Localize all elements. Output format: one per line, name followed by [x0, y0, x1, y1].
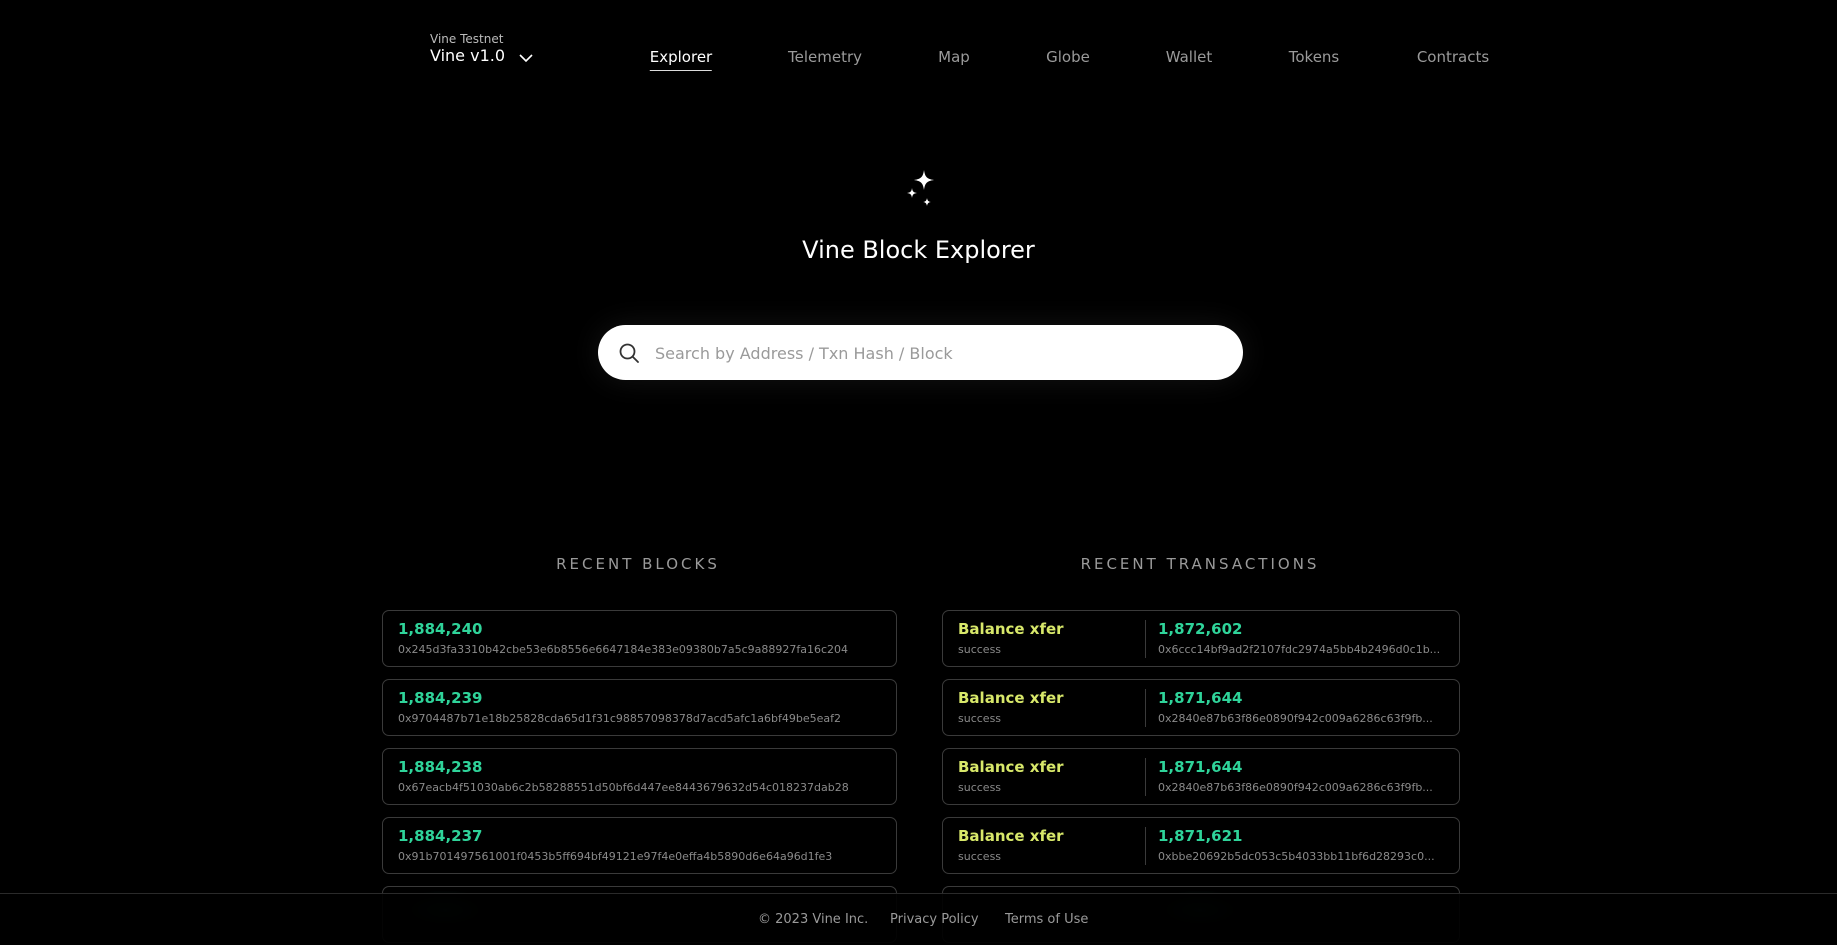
- nav-telemetry[interactable]: Telemetry: [788, 48, 862, 66]
- search-bar[interactable]: [598, 325, 1243, 380]
- footer-copyright: © 2023 Vine Inc.: [758, 912, 869, 927]
- network-label: Vine Testnet: [430, 32, 504, 46]
- transaction-type: Balance xfer: [958, 620, 1064, 638]
- block-number[interactable]: 1,884,238: [398, 758, 482, 776]
- transaction-type: Balance xfer: [958, 827, 1064, 845]
- sparkles-icon: [907, 170, 934, 206]
- divider: [1145, 620, 1146, 658]
- transaction-row[interactable]: Balance xfer success 1,872,602 0x6ccc14b…: [942, 610, 1460, 667]
- transaction-status: success: [958, 781, 1002, 794]
- transaction-row[interactable]: Balance xfer success 1,871,644 0x2840e87…: [942, 679, 1460, 736]
- nav-explorer[interactable]: Explorer: [649, 48, 713, 71]
- privacy-policy-link[interactable]: Privacy Policy: [890, 912, 979, 927]
- nav-tokens[interactable]: Tokens: [1289, 48, 1340, 66]
- recent-transactions-title: RECENT TRANSACTIONS: [1080, 555, 1320, 573]
- block-number[interactable]: 1,884,237: [398, 827, 482, 845]
- block-row[interactable]: 1,884,238 0x67eacb4f51030ab6c2b58288551d…: [382, 748, 897, 805]
- transaction-status: success: [958, 850, 1002, 863]
- transaction-hash[interactable]: 0xbbe20692b5dc053c5b4033bb11bf6d28293c0.…: [1158, 850, 1443, 863]
- nav-globe[interactable]: Globe: [1046, 48, 1090, 66]
- transaction-hash[interactable]: 0x2840e87b63f86e0890f942c009a6286c63f9fb…: [1158, 712, 1443, 725]
- transaction-block[interactable]: 1,872,602: [1158, 620, 1242, 638]
- search-icon: [619, 343, 639, 363]
- nav-wallet[interactable]: Wallet: [1166, 48, 1213, 66]
- block-number[interactable]: 1,884,239: [398, 689, 482, 707]
- transaction-block[interactable]: 1,871,644: [1158, 689, 1242, 707]
- block-hash[interactable]: 0x245d3fa3310b42cbe53e6b8556e6647184e383…: [398, 643, 848, 656]
- transaction-hash[interactable]: 0x6ccc14bf9ad2f2107fdc2974a5bb4b2496d0c1…: [1158, 643, 1443, 656]
- transaction-status: success: [958, 712, 1002, 725]
- block-row[interactable]: 1,884,239 0x9704487b71e18b25828cda65d1f3…: [382, 679, 897, 736]
- main-nav: Explorer Telemetry Map Globe Wallet Toke…: [0, 48, 1837, 72]
- block-row[interactable]: 1,884,237 0x91b701497561001f0453b5ff694b…: [382, 817, 897, 874]
- transaction-status: success: [958, 643, 1002, 656]
- block-number[interactable]: 1,884,240: [398, 620, 482, 638]
- transaction-type: Balance xfer: [958, 758, 1064, 776]
- nav-contracts[interactable]: Contracts: [1417, 48, 1489, 66]
- recent-blocks-title: RECENT BLOCKS: [556, 555, 720, 573]
- search-input[interactable]: [653, 337, 1217, 369]
- block-hash[interactable]: 0x91b701497561001f0453b5ff694bf49121e97f…: [398, 850, 832, 863]
- terms-of-use-link[interactable]: Terms of Use: [1005, 912, 1088, 927]
- transaction-hash[interactable]: 0x2840e87b63f86e0890f942c009a6286c63f9fb…: [1158, 781, 1443, 794]
- nav-map[interactable]: Map: [938, 48, 970, 66]
- divider: [1145, 689, 1146, 727]
- divider: [1145, 758, 1146, 796]
- transaction-block[interactable]: 1,871,644: [1158, 758, 1242, 776]
- block-hash[interactable]: 0x9704487b71e18b25828cda65d1f31c98857098…: [398, 712, 841, 725]
- page-title: Vine Block Explorer: [802, 236, 1035, 264]
- block-row[interactable]: 1,884,240 0x245d3fa3310b42cbe53e6b8556e6…: [382, 610, 897, 667]
- transaction-type: Balance xfer: [958, 689, 1064, 707]
- transaction-row[interactable]: Balance xfer success 1,871,644 0x2840e87…: [942, 748, 1460, 805]
- footer: © 2023 Vine Inc. Privacy Policy Terms of…: [0, 893, 1837, 945]
- block-hash[interactable]: 0x67eacb4f51030ab6c2b58288551d50bf6d447e…: [398, 781, 849, 794]
- transaction-row[interactable]: Balance xfer success 1,871,621 0xbbe2069…: [942, 817, 1460, 874]
- divider: [1145, 827, 1146, 865]
- transaction-block[interactable]: 1,871,621: [1158, 827, 1242, 845]
